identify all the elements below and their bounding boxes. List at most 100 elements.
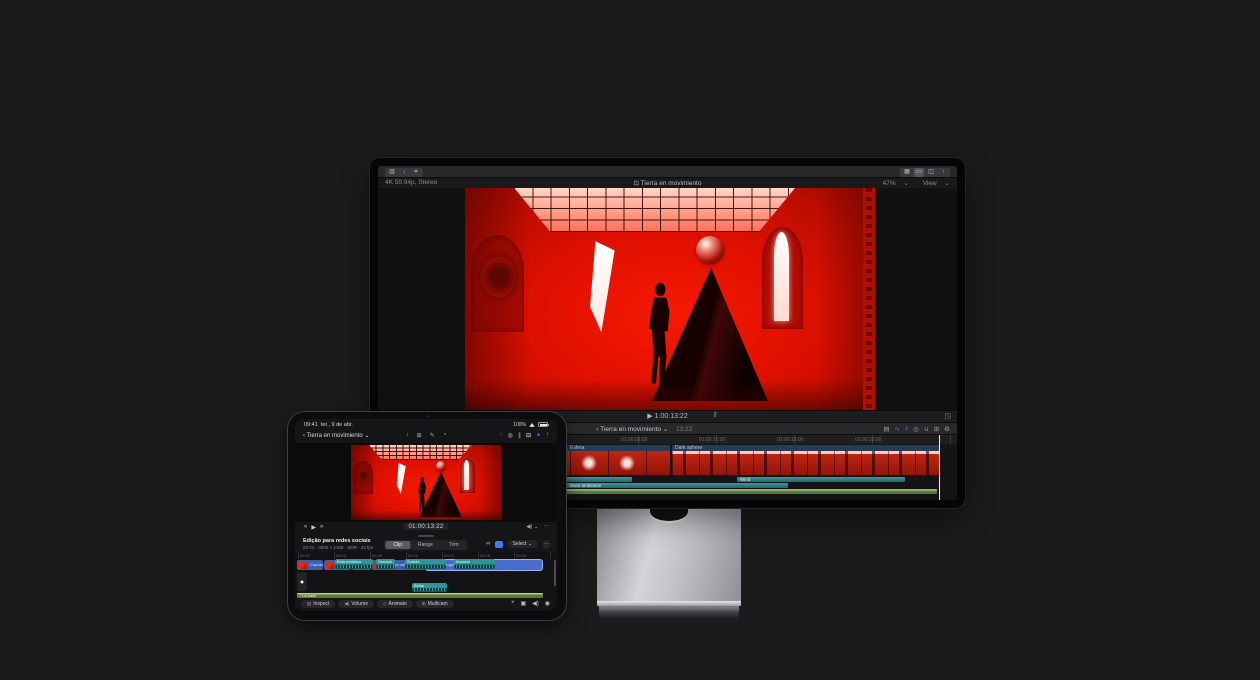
- overlay-icon[interactable]: ▣: [520, 600, 526, 607]
- keywords-icon[interactable]: ⌗: [411, 168, 421, 177]
- timeline-scrollbar[interactable]: [554, 560, 556, 586]
- index-icon[interactable]: ▤: [883, 425, 889, 433]
- timer-icon[interactable]: ◔: [443, 432, 447, 439]
- previous-button[interactable]: «: [304, 524, 307, 531]
- display-mirror-icon[interactable]: ⊟: [526, 432, 531, 439]
- ruler-label: 00:15: [480, 553, 490, 558]
- edit-mode-segmented: Clip Range Trim: [384, 540, 467, 550]
- inspect-button[interactable]: ▤Inspect: [301, 600, 335, 608]
- more-icon[interactable]: ⋯: [544, 524, 550, 530]
- video-preview: [465, 188, 875, 410]
- project-meta: 00:21 · 3840 × 2160 · SDR · 24 fps: [303, 545, 373, 550]
- mode-range[interactable]: Range: [410, 541, 441, 549]
- record-icon[interactable]: ◉: [545, 600, 550, 607]
- animate-icon: ◇: [383, 601, 386, 607]
- figure-silhouette: [640, 282, 677, 386]
- media-browser-icon[interactable]: ⊞: [417, 432, 422, 439]
- timeline-back-button[interactable]: ‹: [596, 426, 598, 433]
- brush-icon[interactable]: ✎: [430, 432, 435, 439]
- tools-icon[interactable]: ⊞: [934, 425, 939, 433]
- silence-icon[interactable]: ◍: [508, 432, 513, 439]
- clip-name: Wind: [740, 477, 750, 483]
- audio-clip[interactable]: Impacto: [454, 559, 495, 569]
- enhance-icon[interactable]: ✦: [536, 432, 541, 439]
- ruler-label: 00:18: [516, 553, 526, 558]
- viewer-canvas: [378, 188, 957, 410]
- play-button[interactable]: ▶: [311, 524, 316, 531]
- volume-button[interactable]: ◀)Volume: [338, 600, 374, 608]
- playhead[interactable]: [939, 435, 940, 500]
- monitor-stand: [597, 504, 741, 601]
- fcp-top-toolbar: ▥ ↓ ⌗ ▦ ▭ ◫ ↑: [378, 166, 957, 178]
- window-light: [397, 463, 406, 494]
- loop-icon[interactable]: ∞: [486, 540, 491, 548]
- battery-percent: 100%: [513, 422, 526, 428]
- animate-button[interactable]: ◇Animate: [377, 600, 413, 608]
- right-window-light: [464, 460, 469, 490]
- solo-icon[interactable]: ◎: [913, 425, 919, 433]
- snapping-icon[interactable]: ∪: [924, 425, 929, 433]
- ceiling-lights: [514, 188, 795, 232]
- fullscreen-icon[interactable]: ◳: [944, 412, 951, 420]
- audio-clip[interactable]: Subida: [405, 559, 446, 569]
- meters-icon[interactable]: ∥: [518, 432, 521, 439]
- timeline-ruler[interactable]: 00:00 00:03 00:06 00:09 00:12 00:15 00:1…: [295, 552, 557, 559]
- front-camera: [427, 415, 430, 418]
- audio-meters-icon[interactable]: ‖: [714, 412, 717, 419]
- viewer-info-bar: 4K 59.94p, Stereo ⊡ Tierra en movimiento…: [378, 178, 957, 188]
- browser-icon[interactable]: ▦: [902, 168, 912, 177]
- mode-clip[interactable]: Clip: [385, 541, 410, 549]
- export-icon[interactable]: ↑: [546, 432, 549, 439]
- viewer-timecode: 1:00:13:22: [655, 413, 688, 420]
- connect-tool-icon[interactable]: [495, 541, 503, 548]
- fcp-ipad-app: 09:41 ter., 9 de abr. 100% ‹ Tierra en m…: [295, 419, 557, 611]
- audio-clip[interactable]: Bola metálica: [335, 559, 373, 569]
- trash-icon[interactable]: ×: [511, 600, 515, 607]
- gap-clip[interactable]: [297, 572, 307, 591]
- ceiling-lights: [369, 445, 472, 460]
- status-bar: 09:41 ter., 9 de abr. 100%: [295, 419, 557, 430]
- multicam-button[interactable]: ⊞Multicam: [416, 600, 454, 608]
- skimming-icon[interactable]: ∿: [895, 425, 900, 433]
- timeline-view-icon[interactable]: ▭: [914, 168, 924, 177]
- audio-skimming-icon[interactable]: ♪: [905, 425, 908, 433]
- timeline-header: Edição para redes sociais 00:21 · 3840 ×…: [295, 538, 557, 552]
- sidebar-icon[interactable]: ▥: [387, 168, 397, 177]
- window-light: [590, 241, 615, 332]
- ruler-label: 00:00: [300, 553, 310, 558]
- bottom-toolbar: ▤Inspect ◀)Volume ◇Animate ⊞Multicam × ▣…: [295, 598, 557, 611]
- inspector-icon[interactable]: ◫: [926, 168, 936, 177]
- figure-silhouette: [415, 477, 429, 512]
- next-button[interactable]: »: [320, 524, 323, 531]
- floor-shadow: [465, 379, 875, 410]
- timeline-clip[interactable]: Dark sphere: [672, 445, 940, 475]
- audio-clip[interactable]: Swoosh: [376, 559, 395, 569]
- status-time-date: 09:41 ter., 9 de abr.: [304, 422, 353, 428]
- wifi-icon: [529, 423, 535, 427]
- timeline-project-menu[interactable]: Tierra en movimiento ⌄: [600, 426, 668, 433]
- settings-icon[interactable]: ⚙: [944, 425, 950, 433]
- select-menu[interactable]: Select ⌄: [507, 540, 539, 548]
- project-menu[interactable]: ‹ Tierra en movimiento ⌄: [303, 432, 369, 439]
- audio-clip[interactable]: Brilho: [412, 583, 447, 592]
- ruler-label: 00:03: [336, 553, 346, 558]
- project-icon: ⊡: [634, 180, 639, 187]
- ruler-label: 01:00:05:00: [621, 437, 647, 443]
- share-icon[interactable]: ↑: [938, 168, 948, 177]
- viewer-view-menu[interactable]: View ⌄: [917, 180, 950, 187]
- porthole-ring: [480, 255, 518, 299]
- connected-clip[interactable]: Wind: [737, 477, 905, 482]
- transport-bar: « ▶ » 01:00:13:22 ◀) ⌄ ⋯: [295, 522, 557, 534]
- timeline-tracks: Cúpula Órbita Halo Espaço calmo Dark sph…: [295, 559, 557, 598]
- render-icon[interactable]: ◌: [499, 432, 503, 439]
- mode-trim[interactable]: Trim: [441, 541, 467, 549]
- play-button[interactable]: ▶: [647, 413, 652, 420]
- viewer-zoom-menu[interactable]: 47% ⌄: [877, 180, 909, 187]
- speaker-icon[interactable]: ◀): [532, 600, 539, 607]
- more-button[interactable]: ⋯: [542, 540, 551, 549]
- import-icon[interactable]: ↓: [406, 432, 409, 439]
- timeline-clip[interactable]: Cúpula: [297, 560, 323, 570]
- volume-icon: ◀): [344, 601, 349, 607]
- import-icon[interactable]: ↓: [399, 168, 409, 177]
- speaker-menu[interactable]: ◀) ⌄: [526, 524, 538, 530]
